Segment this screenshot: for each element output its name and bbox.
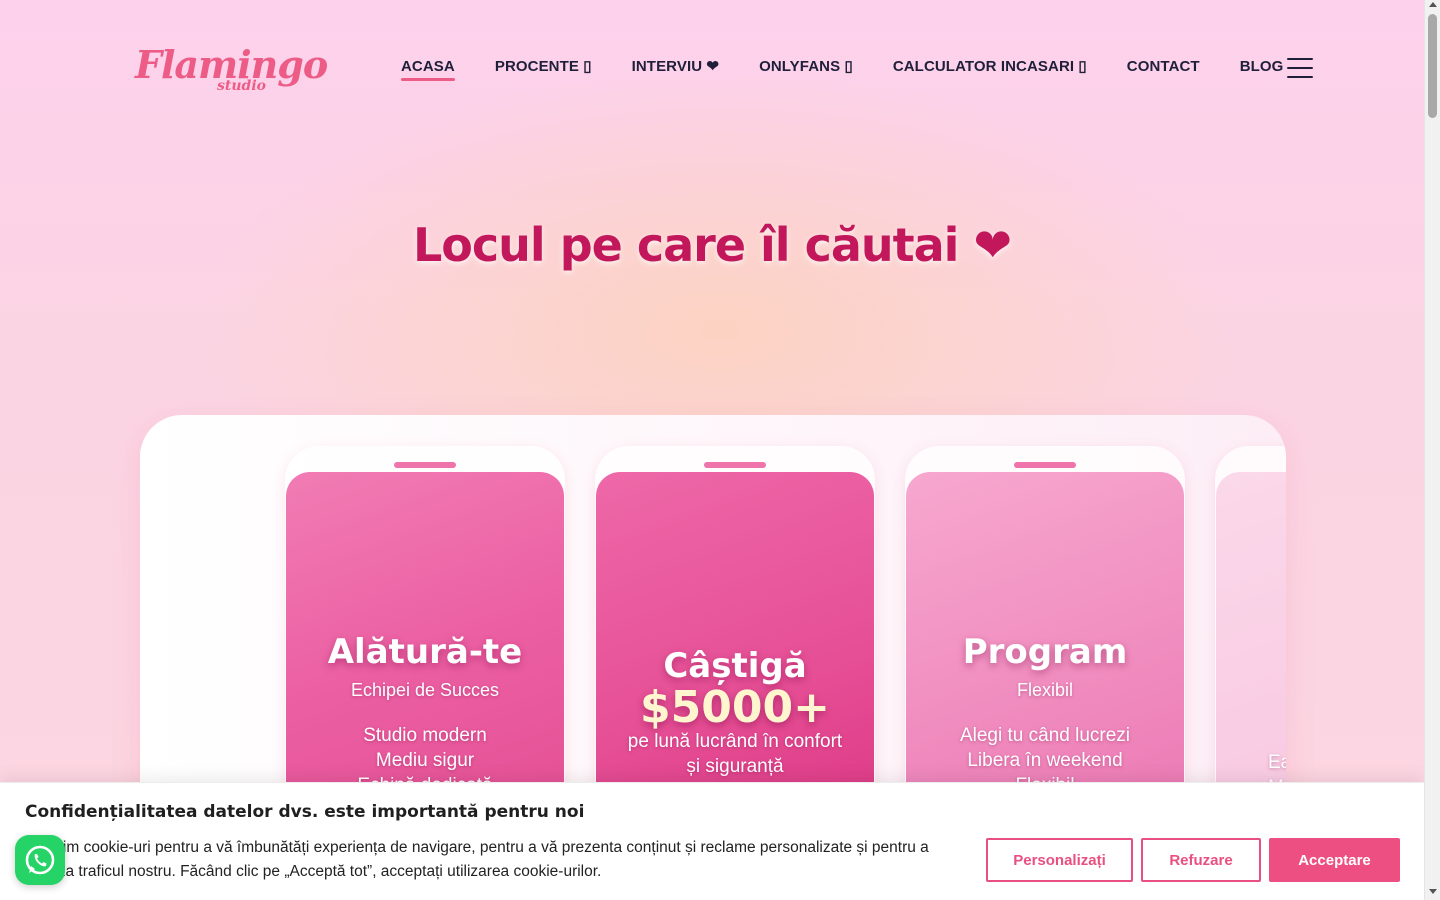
cookie-text-line: analiza traficul nostru. Făcând clic pe … bbox=[25, 863, 602, 880]
hamburger-icon[interactable] bbox=[1287, 58, 1313, 78]
logo-tagline: studio bbox=[217, 78, 266, 94]
cookie-banner: Confidențialitatea datelor dvs. este imp… bbox=[0, 782, 1424, 900]
main-nav: ACASA PROCENTE ▯ INTERVIU ❤ ONLYFANS ▯ C… bbox=[401, 57, 1323, 81]
nav-item-acasa[interactable]: ACASA bbox=[401, 58, 455, 81]
logo[interactable]: Flamingo studio bbox=[133, 40, 328, 100]
cookie-text: Folosim cookie-uri pentru a vă îmbunătăț… bbox=[25, 836, 965, 884]
cookie-title: Confidențialitatea datelor dvs. este imp… bbox=[25, 802, 585, 822]
hero-title: Locul pe care îl căutai ❤ bbox=[412, 218, 1012, 272]
hamburger-line bbox=[1287, 58, 1313, 60]
phone-notch bbox=[704, 462, 766, 468]
nav-item-onlyfans[interactable]: ONLYFANS ▯ bbox=[759, 57, 853, 75]
scroll-down-arrow-icon[interactable] bbox=[1429, 889, 1437, 894]
card-line: Studio modern bbox=[363, 725, 487, 746]
phone-notch bbox=[394, 462, 456, 468]
page-scrollbar[interactable] bbox=[1424, 0, 1440, 900]
nav-item-interviu[interactable]: INTERVIU ❤ bbox=[632, 57, 719, 75]
card-title: Program bbox=[962, 632, 1128, 672]
hamburger-line bbox=[1287, 76, 1313, 78]
reject-button[interactable]: Refuzare bbox=[1141, 838, 1261, 882]
whatsapp-icon bbox=[25, 845, 55, 875]
hamburger-line bbox=[1287, 67, 1313, 69]
card-subtitle: Echipei de Succes bbox=[350, 680, 500, 700]
whatsapp-button[interactable] bbox=[15, 835, 65, 885]
nav-item-calculator[interactable]: CALCULATOR INCASARI ▯ bbox=[893, 57, 1087, 75]
cookie-text-line: Folosim cookie-uri pentru a vă îmbunătăț… bbox=[25, 839, 929, 856]
nav-item-contact[interactable]: CONTACT bbox=[1127, 58, 1200, 75]
card-amount: $5000+ bbox=[640, 682, 830, 733]
nav-item-procente[interactable]: PROCENTE ▯ bbox=[495, 57, 592, 75]
accept-button[interactable]: Acceptare bbox=[1269, 838, 1400, 882]
card-line: Mediu sigur bbox=[375, 750, 475, 771]
scroll-thumb[interactable] bbox=[1428, 14, 1437, 118]
card-line: Alegi tu când lucrezi bbox=[959, 725, 1131, 746]
customize-button[interactable]: Personalizați bbox=[986, 838, 1133, 882]
card-line: Ea bbox=[1268, 752, 1286, 773]
nav-item-blog[interactable]: BLOG bbox=[1240, 58, 1284, 75]
card-subtitle: Flexibil bbox=[1016, 680, 1073, 700]
card-title: Câștigă bbox=[663, 646, 807, 686]
scroll-up-arrow-icon[interactable] bbox=[1429, 2, 1437, 7]
card-line: pe lună lucrând în confort bbox=[627, 731, 843, 752]
card-line: Libera în weekend bbox=[967, 750, 1123, 771]
phone-notch bbox=[1014, 462, 1076, 468]
card-title: Alătură-te bbox=[327, 632, 523, 672]
card-line: și siguranță bbox=[686, 756, 784, 777]
